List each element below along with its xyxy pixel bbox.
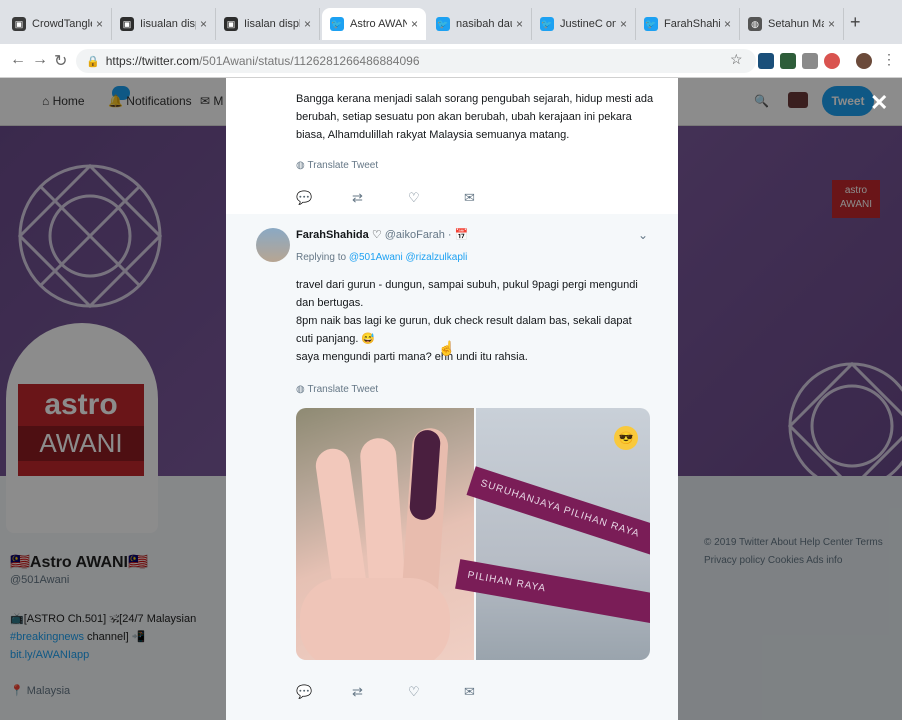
close-icon[interactable]: ✕ (870, 90, 888, 116)
tab-justinec[interactable]: 🐦 JustineC on Ti × (532, 8, 636, 40)
chevron-down-icon[interactable]: ⌄ (638, 228, 648, 242)
tweet-actions: 💬 ⇄ ♡ ✉ (296, 684, 520, 700)
bookmark-star-icon[interactable]: ☆ (730, 51, 743, 68)
crowdtangle-favicon-icon: ▣ (12, 17, 26, 31)
extension-icon[interactable] (758, 53, 774, 69)
replying-to: Replying to @501Awani @rizalzulkapli (296, 252, 468, 263)
tweet-text: Bangga kerana menjadi salah sorang pengu… (296, 93, 654, 141)
tab-close-icon[interactable]: × (828, 17, 835, 31)
retweet-icon[interactable]: ⇄ (352, 684, 408, 700)
avatar[interactable] (856, 53, 872, 69)
mouse-cursor-icon: ☝ (438, 340, 456, 356)
like-icon[interactable]: ♡ (408, 190, 464, 206)
palm-shape (300, 578, 450, 660)
tweet-media[interactable]: 😎 SURUHANJAYA PILIHAN RAYA PILIHAN RAYA (296, 408, 650, 660)
tab-close-icon[interactable]: × (516, 17, 523, 31)
tab-iisualan[interactable]: ▣ Iisualan displa × (112, 8, 216, 40)
url-host: https://twitter.com (105, 54, 200, 68)
dm-icon[interactable]: ✉ (464, 684, 520, 700)
tweet-actions: 💬 ⇄ ♡ ✉ (296, 190, 520, 206)
address-bar: ← → ↻ 🔒 https://twitter.com/501Awani/sta… (0, 44, 902, 78)
tweet-thread-modal: Bangga kerana menjadi salah sorang pengu… (226, 78, 678, 720)
tab-close-icon[interactable]: × (304, 17, 311, 31)
media-photo-finger[interactable] (296, 408, 474, 660)
media-photo-ribbon[interactable]: 😎 SURUHANJAYA PILIHAN RAYA PILIHAN RAYA (455, 408, 650, 660)
back-arrow-icon[interactable]: ← (10, 51, 26, 69)
ribbon-label: PILIHAN RAYA (455, 559, 650, 627)
tab-astro-awani[interactable]: 🐦 Astro AWANI × (322, 8, 426, 40)
twitter-bird-icon: 🐦 (644, 17, 658, 31)
twitter-bird-icon: 🐦 (436, 17, 450, 31)
tab-crowdtangle[interactable]: ▣ CrowdTangle × (4, 8, 112, 40)
tab-close-icon[interactable]: × (200, 17, 207, 31)
mention-link[interactable]: @501Awani @rizalzulkapli (349, 252, 468, 263)
sunglasses-emoji-icon: 😎 (614, 426, 638, 450)
tab-farahshahida[interactable]: 🐦 FarahShahida × (636, 8, 740, 40)
ribbon-label: SURUHANJAYA PILIHAN RAYA (466, 466, 650, 560)
reply-icon[interactable]: 💬 (296, 190, 352, 206)
heart-icon: ♡ (371, 229, 382, 241)
reply-icon[interactable]: 💬 (296, 684, 352, 700)
reload-icon[interactable]: ↻ (54, 51, 67, 71)
extension-icon[interactable] (780, 53, 796, 69)
twitter-bird-icon: 🐦 (540, 17, 554, 31)
lock-icon: 🔒 (86, 55, 100, 68)
calendar-icon: 📅 (454, 229, 469, 241)
tab-iisalan[interactable]: ▣ Iisalan displa × (216, 8, 320, 40)
retweet-icon[interactable]: ⇄ (352, 190, 408, 206)
tab-close-icon[interactable]: × (96, 17, 103, 31)
tweet-author[interactable]: FarahShahida ♡ @aikoFarah · 📅 (296, 228, 468, 241)
reply-tweet[interactable]: FarahShahida ♡ @aikoFarah · 📅 ⌄ Replying… (226, 214, 678, 720)
avatar[interactable] (256, 228, 290, 262)
tab-close-icon[interactable]: × (620, 17, 627, 31)
dm-icon[interactable]: ✉ (464, 190, 520, 206)
translate-tweet-link[interactable]: ◍ Translate Tweet (296, 384, 378, 395)
globe-icon: ◍ (296, 160, 308, 171)
twitter-bird-icon: 🐦 (330, 17, 344, 31)
tab-bar: ▣ CrowdTangle × ▣ Iisualan displa × ▣ Ii… (0, 0, 902, 44)
page-favicon-icon: ▣ (120, 17, 134, 31)
page-favicon-icon: ▣ (224, 17, 238, 31)
new-tab-button[interactable]: + (850, 12, 861, 33)
menu-dots-icon[interactable]: ⋮ (882, 51, 896, 68)
url-path: /501Awani/status/1126281266486884096 (199, 54, 420, 68)
tab-setahun[interactable]: ◍ Setahun Malay × (740, 8, 844, 40)
globe-icon: ◍ (748, 17, 762, 31)
extension-icon[interactable] (802, 53, 818, 69)
translate-tweet-link[interactable]: ◍ Translate Tweet (296, 160, 378, 171)
tab-nasibah[interactable]: 🐦 nasibah dauci × (428, 8, 532, 40)
extension-icon[interactable] (824, 53, 840, 69)
tab-close-icon[interactable]: × (724, 17, 731, 31)
forward-arrow-icon[interactable]: → (32, 51, 48, 69)
tab-close-icon[interactable]: × (411, 17, 418, 31)
like-icon[interactable]: ♡ (408, 684, 464, 700)
tweet-text: travel dari gurun - dungun, sampai subuh… (296, 279, 638, 363)
globe-icon: ◍ (296, 384, 308, 395)
url-input[interactable]: 🔒 https://twitter.com/501Awani/status/11… (76, 49, 756, 73)
